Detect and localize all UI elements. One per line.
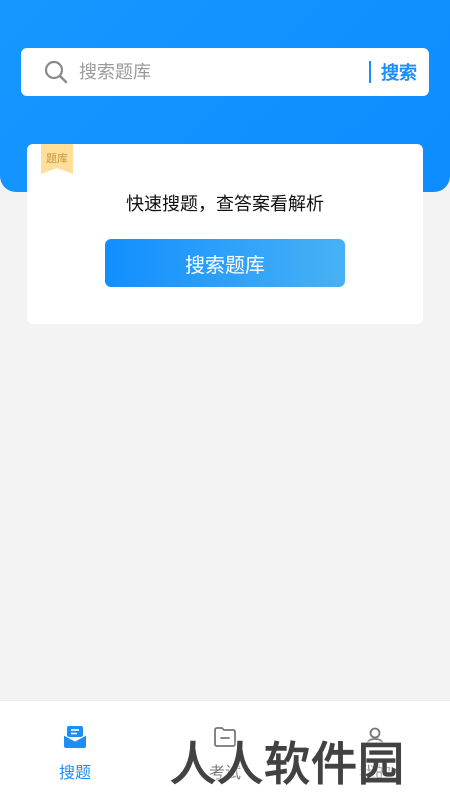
search-icon <box>43 59 69 85</box>
profile-icon <box>363 725 387 753</box>
search-question-bank-button[interactable]: 搜索题库 <box>105 239 345 287</box>
card-subtitle: 快速搜题，查答案看解析 <box>126 194 324 215</box>
bottom-tab-bar: 搜题 考试 我的 <box>0 700 450 800</box>
search-input[interactable] <box>79 48 369 96</box>
app-page: 搜索 题库 快速搜题，查答案看解析 搜索题库 搜题 <box>0 0 450 800</box>
tab-profile[interactable]: 我的 <box>335 725 415 783</box>
search-card: 题库 快速搜题，查答案看解析 搜索题库 <box>27 144 423 324</box>
tab-exam[interactable]: 考试 <box>185 725 265 783</box>
search-bar[interactable]: 搜索 <box>21 48 429 96</box>
question-bank-ribbon: 题库 <box>41 144 73 174</box>
ribbon-label: 题库 <box>46 152 68 165</box>
tab-label-exam: 考试 <box>208 763 241 782</box>
tab-label-profile: 我的 <box>358 763 391 782</box>
tab-search-questions[interactable]: 搜题 <box>35 725 115 783</box>
search-question-icon <box>62 725 88 753</box>
search-button[interactable]: 搜索 <box>381 59 417 85</box>
search-divider <box>369 61 371 83</box>
exam-folder-icon <box>213 725 237 753</box>
tab-label-search: 搜题 <box>58 763 91 782</box>
